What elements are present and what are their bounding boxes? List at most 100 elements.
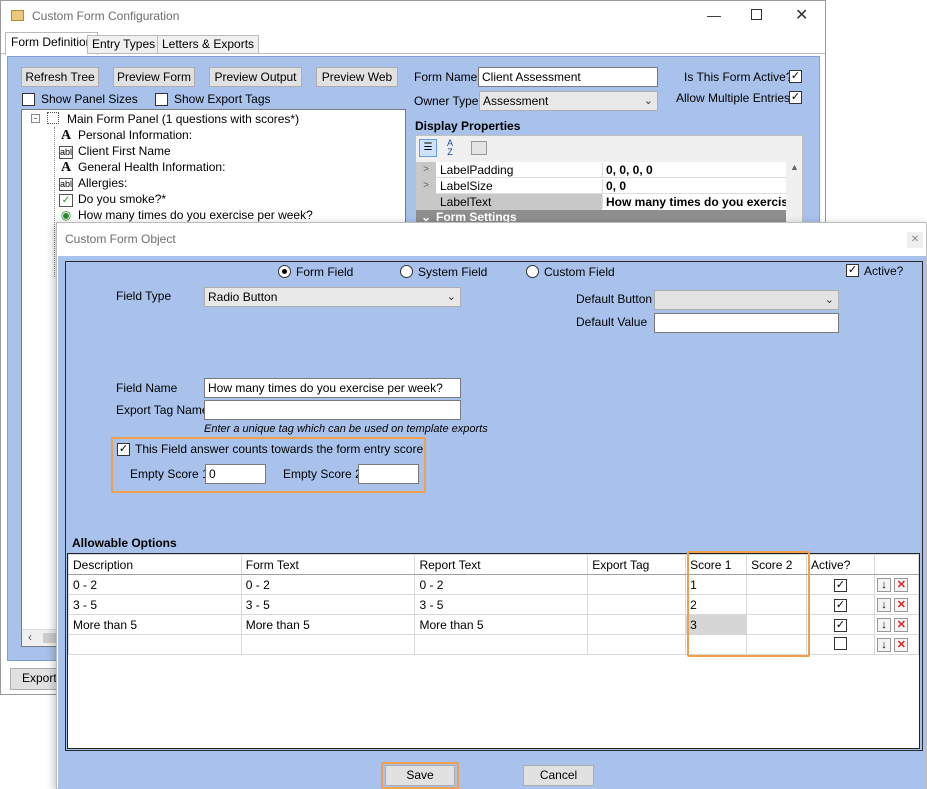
- tree-item[interactable]: A Personal Information:: [59, 127, 192, 143]
- tree-collapse-icon[interactable]: -: [31, 114, 40, 123]
- delete-icon[interactable]: ✕: [894, 637, 909, 652]
- cell-active[interactable]: ✓: [806, 614, 875, 635]
- preview-form-button[interactable]: Preview Form: [113, 67, 195, 87]
- system-field-radio[interactable]: [400, 265, 413, 278]
- default-button-select[interactable]: ⌄: [654, 290, 839, 310]
- move-down-icon[interactable]: ↓: [876, 577, 891, 592]
- expand-chevron-icon[interactable]: >: [416, 162, 436, 178]
- property-row[interactable]: LabelText How many times do you exercise: [416, 194, 786, 210]
- allow-multiple-checkbox[interactable]: ✓: [789, 91, 802, 104]
- col-header-export-tag[interactable]: Export Tag: [587, 554, 687, 575]
- property-value[interactable]: 0, 0, 0, 0: [602, 163, 653, 177]
- default-value-input[interactable]: [654, 313, 839, 333]
- save-button[interactable]: Save: [385, 765, 455, 786]
- tree-root[interactable]: Main Form Panel (1 questions with scores…: [67, 112, 299, 126]
- move-down-icon[interactable]: ↓: [876, 597, 891, 612]
- score-counts-label: This Field answer counts towards the for…: [135, 442, 424, 456]
- tab-letters-exports[interactable]: Letters & Exports: [157, 35, 260, 54]
- app-icon: [11, 10, 24, 21]
- cell-form-text[interactable]: [240, 634, 416, 655]
- cell-active[interactable]: [806, 634, 875, 655]
- cell-export-tag[interactable]: [587, 594, 687, 615]
- cell-export-tag[interactable]: [587, 634, 687, 655]
- refresh-tree-button[interactable]: Refresh Tree: [21, 67, 99, 87]
- owner-type-select[interactable]: Assessment ⌄: [479, 91, 658, 111]
- property-value[interactable]: 0, 0: [602, 179, 626, 193]
- cell-export-tag[interactable]: [587, 614, 687, 635]
- row-active-checkbox[interactable]: ✓: [834, 599, 848, 612]
- cell-form-text[interactable]: More than 5: [240, 614, 416, 635]
- categorized-icon[interactable]: ☰: [419, 139, 437, 157]
- scroll-left-icon[interactable]: ‹: [28, 630, 32, 644]
- col-header-report-text[interactable]: Report Text: [414, 554, 589, 575]
- col-header-description[interactable]: Description: [68, 554, 242, 575]
- show-panel-sizes-checkbox[interactable]: [22, 93, 35, 106]
- delete-icon[interactable]: ✕: [894, 617, 909, 632]
- custom-field-radio[interactable]: [526, 265, 539, 278]
- cell-description[interactable]: 3 - 5: [68, 594, 242, 615]
- field-name-label: Field Name: [116, 381, 178, 395]
- expand-chevron-icon[interactable]: >: [416, 178, 436, 194]
- tab-form-definition[interactable]: Form Definition: [5, 32, 99, 55]
- cell-report-text[interactable]: [414, 634, 589, 655]
- close-icon[interactable]: ✕: [795, 5, 808, 25]
- cell-description[interactable]: [68, 634, 242, 655]
- tree-item[interactable]: ✓ Do you smoke?*: [59, 191, 166, 207]
- owner-type-value: Assessment: [483, 94, 549, 108]
- export-tag-input[interactable]: [204, 400, 461, 420]
- cell-report-text[interactable]: 3 - 5: [414, 594, 589, 615]
- property-name: LabelPadding: [440, 163, 514, 177]
- display-properties-heading: Display Properties: [415, 119, 521, 133]
- empty-score1-input[interactable]: 0: [205, 464, 266, 484]
- empty-score2-input[interactable]: [358, 464, 419, 484]
- scroll-up-icon[interactable]: ▲: [790, 162, 799, 172]
- cell-active[interactable]: ✓: [806, 574, 875, 595]
- minimize-icon[interactable]: —: [707, 7, 721, 23]
- textbox-icon: abl: [59, 146, 73, 159]
- property-value[interactable]: How many times do you exercise: [602, 195, 786, 209]
- row-active-checkbox[interactable]: [834, 636, 848, 650]
- cell-report-text[interactable]: 0 - 2: [414, 574, 589, 595]
- dialog-close-icon[interactable]: ✕: [907, 232, 923, 248]
- sort-alpha-icon[interactable]: AZ: [441, 139, 459, 157]
- tree-item[interactable]: abl Allergies:: [59, 175, 127, 191]
- cell-form-text[interactable]: 0 - 2: [240, 574, 416, 595]
- cell-export-tag[interactable]: [587, 574, 687, 595]
- tree-item[interactable]: ◉ How many times do you exercise per week…: [59, 207, 313, 223]
- property-row[interactable]: > LabelPadding 0, 0, 0, 0: [416, 162, 786, 178]
- cancel-button[interactable]: Cancel: [523, 765, 594, 786]
- preview-output-button[interactable]: Preview Output: [209, 67, 302, 87]
- move-down-icon[interactable]: ↓: [876, 617, 891, 632]
- form-name-label: Form Name: [414, 70, 478, 84]
- property-pages-icon[interactable]: [471, 141, 487, 155]
- cell-actions: ↓ ✕: [873, 634, 920, 655]
- cell-form-text[interactable]: 3 - 5: [240, 594, 416, 615]
- cell-report-text[interactable]: More than 5: [414, 614, 589, 635]
- cell-description[interactable]: More than 5: [68, 614, 242, 635]
- show-export-tags-checkbox[interactable]: [155, 93, 168, 106]
- move-down-icon[interactable]: ↓: [876, 637, 891, 652]
- tab-entry-types[interactable]: Entry Types: [87, 35, 161, 54]
- property-scrollbar[interactable]: ▲: [786, 162, 802, 224]
- delete-icon[interactable]: ✕: [894, 597, 909, 612]
- score-counts-checkbox[interactable]: ✓: [117, 443, 130, 456]
- tree-item[interactable]: abl Client First Name: [59, 143, 171, 159]
- form-name-input[interactable]: Client Assessment: [478, 67, 658, 87]
- delete-icon[interactable]: ✕: [894, 577, 909, 592]
- row-active-checkbox[interactable]: ✓: [834, 579, 848, 592]
- property-row[interactable]: > LabelSize 0, 0: [416, 178, 786, 194]
- active-checkbox[interactable]: ✓: [846, 264, 859, 277]
- form-field-radio[interactable]: [278, 265, 291, 278]
- field-name-input[interactable]: How many times do you exercise per week?: [204, 378, 461, 398]
- cell-active[interactable]: ✓: [806, 594, 875, 615]
- tree-item[interactable]: A General Health Information:: [59, 159, 225, 175]
- system-field-label: System Field: [418, 265, 488, 279]
- row-active-checkbox[interactable]: ✓: [834, 619, 848, 632]
- cell-description[interactable]: 0 - 2: [68, 574, 242, 595]
- preview-web-button[interactable]: Preview Web: [316, 67, 398, 87]
- col-header-active[interactable]: Active?: [806, 554, 875, 575]
- maximize-icon[interactable]: [751, 9, 762, 20]
- is-active-checkbox[interactable]: ✓: [789, 70, 802, 83]
- field-type-select[interactable]: Radio Button ⌄: [204, 287, 461, 307]
- col-header-form-text[interactable]: Form Text: [240, 554, 416, 575]
